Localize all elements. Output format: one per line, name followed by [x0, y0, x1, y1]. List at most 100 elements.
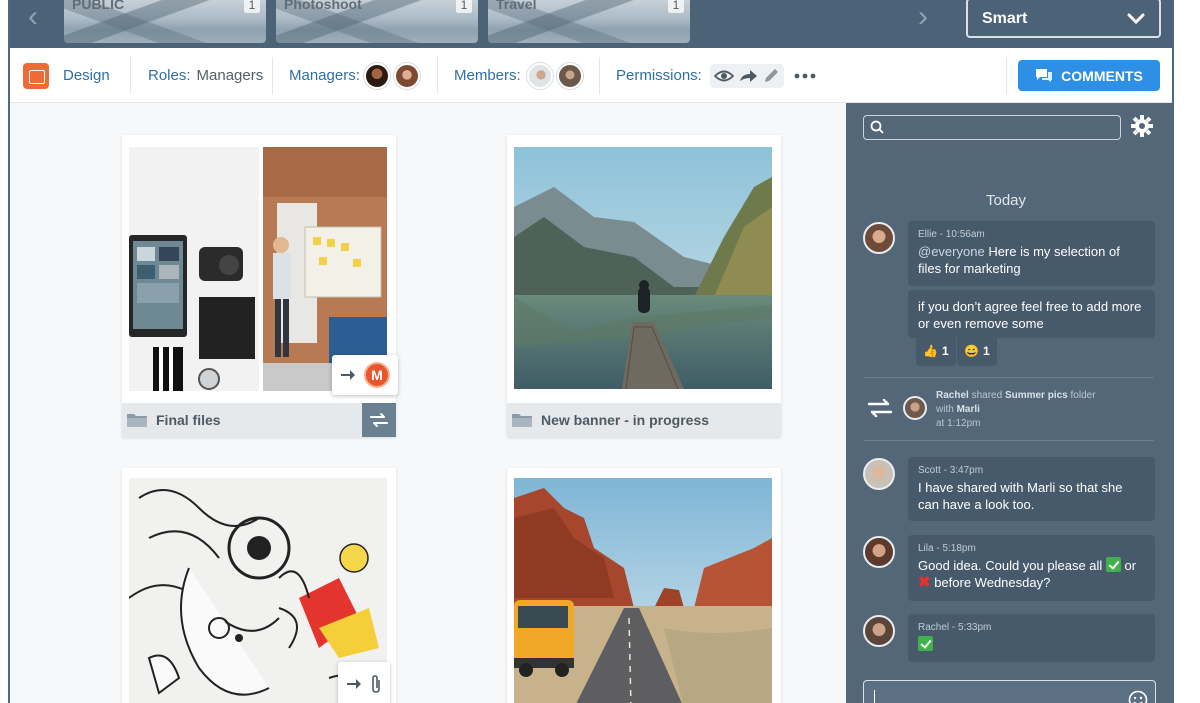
user-avatar-lila[interactable] [863, 536, 895, 568]
album-count-badge: 1 [668, 0, 684, 13]
album-card-public[interactable]: PUBLIC 1 [64, 0, 266, 43]
album-name: Travel [496, 0, 537, 12]
message-meta: Ellie - 10:56am [918, 229, 985, 240]
swap-button[interactable] [362, 403, 396, 437]
thumbs-up-icon: 👍 [923, 344, 938, 358]
event-target[interactable]: Marli [957, 404, 980, 415]
share-event: Rachel shared Summer pics folder with Ma… [936, 390, 1096, 429]
managers-label: Managers: [289, 67, 360, 84]
message-meta: Lila - 5:18pm [918, 543, 976, 554]
message-text: if you don’t agree feel free to add more… [918, 299, 1142, 331]
sort-select-value: Smart [982, 10, 1028, 27]
album-count-badge: 1 [244, 0, 260, 13]
paperclip-icon [372, 675, 380, 693]
card-footer: New banner - in progress [507, 403, 781, 437]
comments-icon [1036, 69, 1053, 82]
message-text [918, 636, 1145, 653]
album-count-badge: 1 [456, 0, 472, 13]
folder-card-canyon[interactable] [507, 468, 781, 703]
comments-button-label: COMMENTS [1061, 67, 1143, 84]
message-text: I have shared with Marli so that she can… [918, 480, 1123, 512]
checkmark-icon [918, 636, 933, 651]
divider [864, 377, 1154, 378]
event-actor[interactable]: Rachel [936, 390, 969, 401]
album-card-photoshoot[interactable]: Photoshoot 1 [276, 0, 478, 43]
members-section[interactable]: Members: [454, 48, 583, 103]
manager-avatar[interactable] [363, 62, 390, 89]
message-text: Good idea. Could you please all or ✖ befo… [918, 557, 1137, 591]
design-folder-icon [23, 62, 49, 89]
chat-message: if you don’t agree feel free to add more… [908, 290, 1155, 338]
reaction-smile[interactable]: 😄 1 [957, 336, 997, 366]
sort-select[interactable]: Smart [966, 0, 1161, 38]
chat-message: Ellie - 10:56am @everyone Here is my sel… [908, 221, 1155, 286]
user-avatar-ellie[interactable] [863, 222, 895, 254]
album-card-travel[interactable]: Travel 1 [488, 0, 690, 43]
shared-user-avatar: M [364, 362, 390, 388]
comments-panel: Today Ellie - 10:56am @everyone Here is … [846, 103, 1172, 703]
album-name: Photoshoot [284, 0, 362, 12]
message-author: Rachel [918, 622, 950, 633]
message-author: Ellie [918, 229, 937, 240]
divider [864, 440, 1154, 441]
app-window: ‹ PUBLIC 1 Photoshoot 1 Travel 1 › Smart… [0, 0, 1200, 703]
roles-label: Roles: [148, 67, 191, 84]
more-options-icon[interactable] [794, 73, 816, 79]
comments-button[interactable]: COMMENTS [1018, 60, 1160, 91]
divider [272, 57, 273, 94]
message-meta: Scott - 3:47pm [918, 465, 984, 476]
message-time: 5:18pm [942, 543, 976, 554]
mention[interactable]: @everyone [918, 244, 985, 259]
search-icon [870, 120, 884, 134]
manager-avatar[interactable] [393, 62, 420, 89]
message-text: @everyone Here is my selection of files … [918, 244, 1120, 276]
card-title: Final files [156, 412, 221, 428]
reaction-count: 1 [982, 344, 990, 358]
checkmark-icon [1105, 557, 1121, 572]
share-popover[interactable] [338, 662, 390, 703]
chat-message: Rachel - 5:33pm [908, 614, 1155, 662]
prev-arrow-icon[interactable]: ‹ [28, 2, 38, 32]
reaction-thumbs-up[interactable]: 👍 1 [916, 336, 956, 366]
folder-icon [127, 414, 147, 427]
lake-mountains-photo [514, 147, 772, 389]
emoji-picker-icon[interactable] [1128, 690, 1148, 703]
share-popover[interactable]: M [332, 355, 398, 395]
user-avatar-rachel[interactable] [903, 396, 927, 420]
divider [130, 57, 131, 94]
folder-grid: M Final files New banner - in progress [10, 103, 846, 703]
share-swap-icon [867, 398, 893, 418]
divider [599, 57, 600, 94]
folder-card-doodles[interactable] [122, 468, 396, 703]
message-composer-input[interactable] [863, 680, 1156, 703]
folder-card-new-banner[interactable]: New banner - in progress [507, 135, 781, 437]
event-time: at 1:12pm [936, 418, 981, 429]
album-strip: ‹ PUBLIC 1 Photoshoot 1 Travel 1 › Smart [10, 0, 1172, 48]
permissions-icons [709, 63, 784, 88]
folder-info-bar: Design Roles: Managers Managers: Members… [10, 48, 1172, 103]
permissions-section[interactable]: Permissions: [616, 48, 816, 103]
card-footer: Final files [122, 403, 396, 437]
permissions-label: Permissions: [616, 67, 702, 84]
gear-icon[interactable] [1131, 115, 1153, 137]
message-meta: Rachel - 5:33pm [918, 622, 992, 633]
card-title: New banner - in progress [541, 412, 710, 428]
chat-message: Scott - 3:47pm I have shared with Marli … [908, 457, 1155, 521]
share-arrow-icon [739, 69, 757, 82]
user-avatar-scott[interactable] [863, 458, 895, 490]
roles-section[interactable]: Roles: Managers [148, 48, 263, 103]
folder-icon [512, 414, 532, 427]
frame-right-border [1172, 0, 1174, 703]
event-folder[interactable]: Summer pics [1005, 390, 1068, 401]
next-arrow-icon[interactable]: › [918, 2, 928, 32]
design-section[interactable]: Design [23, 48, 110, 103]
member-avatar[interactable] [556, 62, 583, 89]
managers-section[interactable]: Managers: [289, 48, 420, 103]
reaction-count: 1 [941, 344, 949, 358]
user-avatar-rachel-2[interactable] [863, 615, 895, 647]
message-author: Scott [918, 465, 941, 476]
member-avatar[interactable] [526, 62, 553, 89]
folder-card-final-files[interactable]: M Final files [122, 135, 398, 437]
chat-search-input[interactable] [863, 115, 1121, 140]
divider [1006, 57, 1007, 94]
